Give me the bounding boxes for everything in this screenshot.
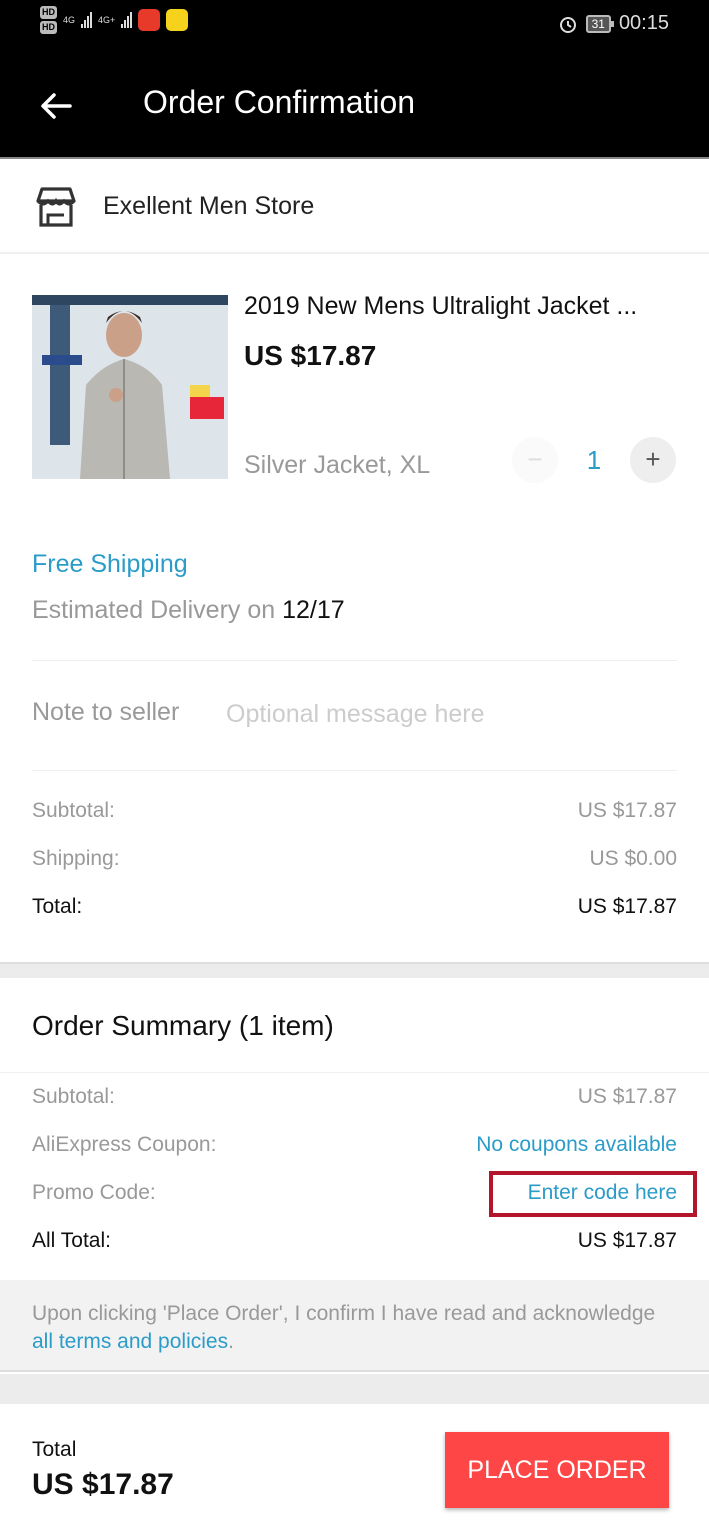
product-image[interactable] (32, 295, 228, 479)
signal-icon (121, 12, 133, 28)
section-divider (0, 962, 709, 978)
section-divider (0, 1374, 709, 1404)
store-total-row: Total: US $17.87 (32, 895, 677, 919)
terms-notice: Upon clicking 'Place Order', I confirm I… (0, 1280, 709, 1372)
estimated-delivery: Estimated Delivery on 12/17 (32, 596, 345, 625)
battery-icon: 31 (585, 14, 615, 33)
row-value: US $17.87 (577, 1229, 677, 1252)
row-label: Subtotal: (32, 1085, 115, 1108)
note-label: Note to seller (32, 698, 180, 726)
page-title: Order Confirmation (143, 84, 416, 120)
row-value: US $17.87 (577, 799, 677, 822)
quantity-increase-button[interactable]: + (630, 437, 676, 483)
delivery-date: 12/17 (282, 596, 345, 624)
terms-suffix: . (228, 1330, 234, 1353)
divider (0, 1072, 709, 1073)
row-label: AliExpress Coupon: (32, 1133, 217, 1156)
row-label: Shipping: (32, 847, 120, 870)
promo-code-highlight (489, 1171, 697, 1217)
store-row[interactable]: Exellent Men Store (0, 160, 709, 254)
store-shipping-row: Shipping: US $0.00 (32, 847, 677, 871)
place-order-button[interactable]: PLACE ORDER (445, 1432, 669, 1508)
footer-total-value: US $17.87 (32, 1468, 174, 1501)
quantity-decrease-button[interactable]: − (512, 437, 558, 483)
checkout-footer: Total US $17.87 PLACE ORDER (0, 1404, 709, 1536)
store-subtotal-row: Subtotal: US $17.87 (32, 799, 677, 823)
clock: 00:15 (618, 12, 669, 34)
store-name[interactable]: Exellent Men Store (103, 192, 314, 221)
footer-total-label: Total (32, 1438, 77, 1461)
status-bar: HD HD 4G 4G+ 31 00:15 (0, 0, 709, 52)
signal-icon (81, 12, 93, 28)
coupon-link[interactable]: No coupons available (476, 1133, 677, 1157)
row-value: US $17.87 (577, 1085, 677, 1108)
arrow-left-icon[interactable] (36, 86, 76, 126)
alarm-icon (559, 16, 576, 33)
product-price: US $17.87 (244, 340, 377, 371)
store-icon (36, 187, 76, 227)
order-summary-title: Order Summary (1 item) (32, 1010, 334, 1041)
terms-text: Upon clicking 'Place Order', I confirm I… (32, 1302, 656, 1325)
app-bar: Order Confirmation (0, 52, 709, 159)
divider (32, 660, 677, 661)
row-label: Total: (32, 895, 83, 918)
coupon-row: AliExpress Coupon: No coupons available (32, 1133, 677, 1157)
hd-icon: HD (40, 21, 57, 34)
row-value: US $0.00 (589, 847, 677, 870)
all-total-row: All Total: US $17.87 (32, 1229, 677, 1253)
row-label: Subtotal: (32, 799, 115, 822)
music-app-icon (166, 9, 189, 31)
row-label: Promo Code: (32, 1181, 156, 1204)
row-label: All Total: (32, 1229, 111, 1252)
hd-icon: HD (40, 6, 57, 19)
product-variant[interactable]: Silver Jacket, XL (244, 451, 430, 480)
quantity-value: 1 (586, 445, 602, 475)
shipping-method[interactable]: Free Shipping (32, 550, 188, 579)
divider (32, 770, 677, 771)
aliexpress-app-icon (138, 9, 161, 31)
delivery-label: Estimated Delivery on (32, 596, 283, 624)
row-value: US $17.87 (577, 895, 677, 918)
terms-link[interactable]: all terms and policies (32, 1330, 228, 1353)
note-to-seller-input[interactable] (226, 694, 676, 734)
network-type: 4G (63, 15, 76, 25)
product-title[interactable]: 2019 New Mens Ultralight Jacket ... (244, 292, 684, 321)
summary-subtotal-row: Subtotal: US $17.87 (32, 1085, 677, 1109)
network-type: 4G+ (98, 15, 116, 25)
